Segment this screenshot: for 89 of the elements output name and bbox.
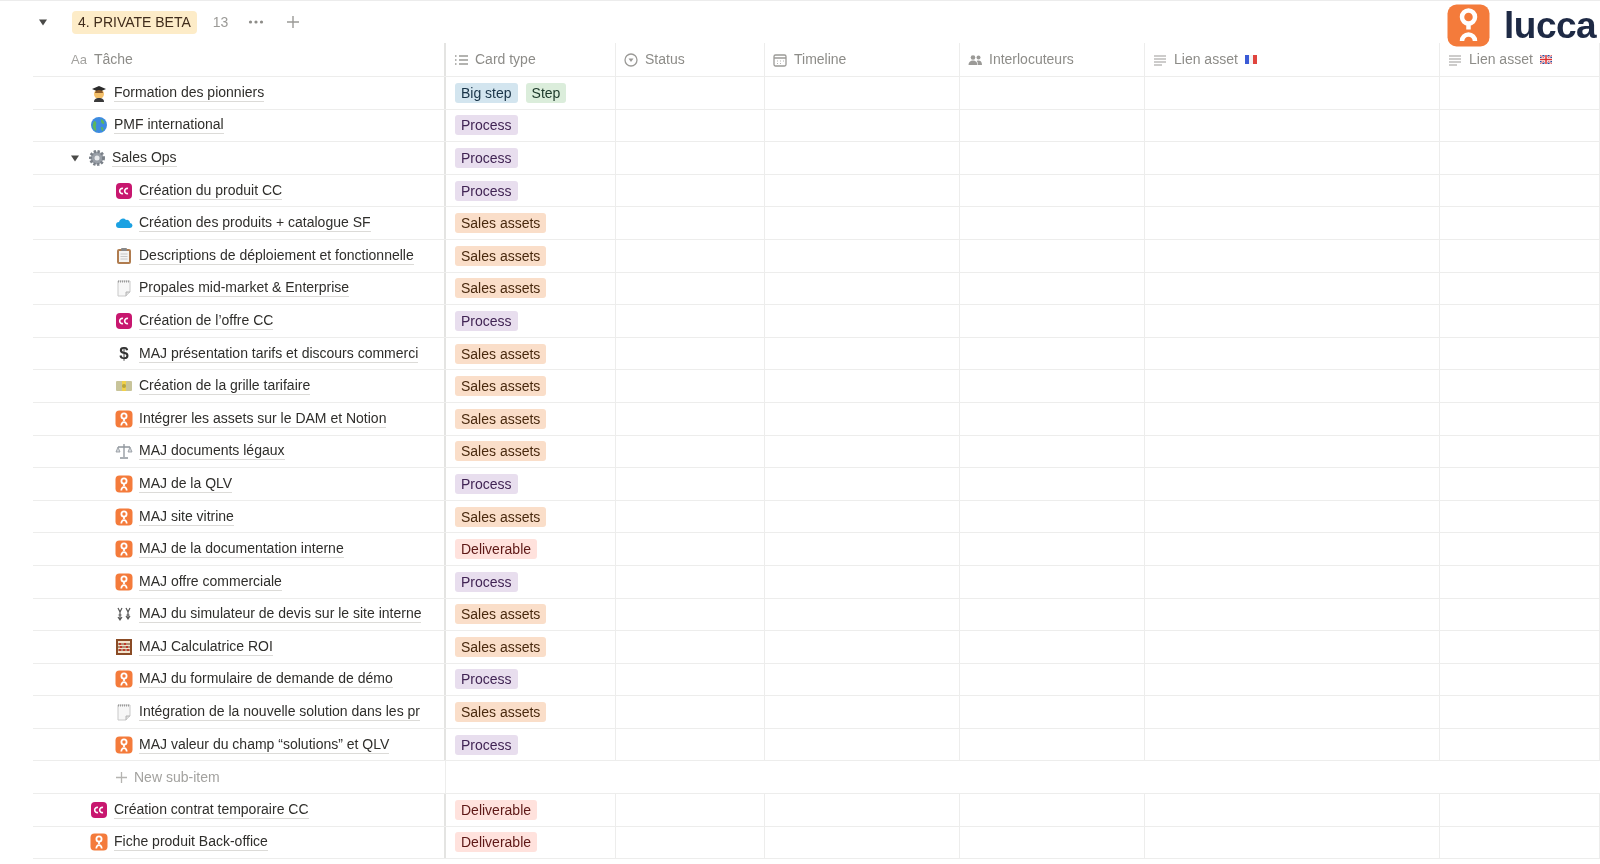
card-type-tag: Process [455, 571, 518, 592]
task-title[interactable]: MAJ présentation tarifs et discours commerci [139, 344, 419, 363]
notepad-icon [115, 279, 133, 298]
clipboard-icon [115, 246, 133, 265]
card-type-tag: Process [455, 310, 518, 331]
task-title[interactable]: MAJ documents légaux [139, 442, 285, 461]
card-type-tag: Sales assets [455, 506, 547, 527]
card-type-tag: Step [525, 82, 567, 103]
app-logo-icon [115, 507, 133, 526]
card-type-tag: Sales assets [455, 636, 547, 657]
flag-icon [1539, 55, 1552, 64]
task-title[interactable]: Création du produit CC [139, 181, 283, 200]
scales-icon [115, 442, 133, 461]
logo-text: lucca [1504, 5, 1597, 46]
globe-icon [90, 116, 108, 135]
column-header[interactable]: Lien asset [1174, 49, 1238, 70]
task-title[interactable]: MAJ de la QLV [139, 474, 233, 493]
gear-icon [88, 149, 106, 167]
status-icon [624, 52, 638, 67]
app-logo-icon [115, 540, 133, 559]
add-icon[interactable] [115, 770, 128, 784]
cc-logo-icon [115, 181, 133, 200]
add-icon[interactable] [286, 15, 301, 29]
task-title[interactable]: Sales Ops [112, 149, 177, 167]
task-title[interactable]: MAJ Calculatrice ROI [139, 637, 273, 656]
card-type-tag: Process [455, 115, 518, 136]
text-lines-icon [1153, 52, 1167, 67]
card-type-tag: Sales assets [455, 213, 547, 234]
cc-logo-icon [90, 800, 108, 819]
toggle-triangle-icon[interactable] [70, 153, 80, 163]
group-label[interactable]: 4. PRIVATE BETA [72, 10, 197, 34]
task-title[interactable]: MAJ offre commerciale [139, 572, 282, 591]
card-type-tag: Sales assets [455, 245, 547, 266]
text-type-label: Aa [71, 50, 87, 69]
card-type-tag: Deliverable [455, 799, 538, 820]
card-type-tag: Sales assets [455, 408, 547, 429]
task-title[interactable]: MAJ site vitrine [139, 507, 234, 526]
card-type-tag: Sales assets [455, 702, 547, 723]
task-title[interactable]: MAJ de la documentation interne [139, 540, 344, 559]
task-title[interactable]: PMF international [114, 116, 224, 135]
toggle-triangle-icon[interactable] [38, 17, 48, 27]
task-title[interactable]: MAJ valeur du champ “solutions” et QLV [139, 735, 390, 754]
task-title[interactable]: Création de la grille tarifaire [139, 377, 311, 396]
card-type-tag: Deliverable [455, 832, 538, 853]
list-icon [454, 52, 468, 67]
card-type-tag: Process [455, 148, 518, 168]
app-logo-icon [90, 833, 108, 852]
card-type-tag: Big step [455, 82, 518, 103]
card-type-tag: Sales assets [455, 278, 547, 299]
card-type-tag: Sales assets [455, 343, 547, 364]
column-header[interactable]: Timeline [794, 49, 847, 70]
task-title[interactable]: Création de l’offre CC [139, 311, 274, 330]
column-header[interactable]: Status [645, 49, 685, 70]
notepad-icon [115, 703, 133, 722]
card-type-tag: Sales assets [455, 441, 547, 462]
card-type-tag: Sales assets [455, 376, 547, 397]
group-count: 13 [212, 12, 229, 32]
column-header[interactable]: Lien asset [1469, 49, 1533, 70]
task-title[interactable]: Fiche produit Back-office [114, 833, 268, 852]
app-logo-icon [115, 572, 133, 591]
flag-icon [1244, 55, 1257, 64]
task-title[interactable]: Intégration de la nouvelle solution dans les pr [139, 703, 420, 722]
more-icon[interactable] [248, 19, 265, 25]
dollar-icon: $ [115, 340, 133, 367]
app-logo-icon [115, 735, 133, 754]
app-logo-icon [115, 409, 133, 428]
app-logo-icon [115, 670, 133, 689]
text-lines-icon [1448, 52, 1462, 67]
people-icon [968, 52, 982, 67]
task-title[interactable]: Intégrer les assets sur le DAM et Notion [139, 409, 387, 428]
task-title[interactable]: MAJ du simulateur de devis sur le site interne [139, 605, 422, 624]
card-type-tag: Deliverable [455, 539, 538, 560]
task-title[interactable]: Descriptions de déploiement et fonctionnelle [139, 246, 414, 265]
card-type-tag: Process [455, 734, 518, 755]
card-type-tag: Process [455, 669, 518, 690]
card-type-tag: Sales assets [455, 604, 547, 625]
card-type-tag: Process [455, 473, 518, 494]
app-logo-icon [115, 474, 133, 493]
task-title[interactable]: Création contrat temporaire CC [114, 800, 309, 819]
cc-logo-icon [115, 311, 133, 330]
abacus-icon [115, 637, 133, 656]
card-type-tag: Process [455, 180, 518, 201]
graduate-icon [90, 83, 108, 102]
task-title[interactable]: Formation des pionniers [114, 83, 265, 102]
logo-icon [1447, 4, 1490, 47]
calendar-icon [773, 52, 787, 67]
task-title[interactable]: Propales mid-market & Enterprise [139, 279, 350, 298]
task-title[interactable]: Création des produits + catalogue SF [139, 214, 371, 233]
task-title[interactable]: MAJ du formulaire de demande de démo [139, 670, 393, 689]
